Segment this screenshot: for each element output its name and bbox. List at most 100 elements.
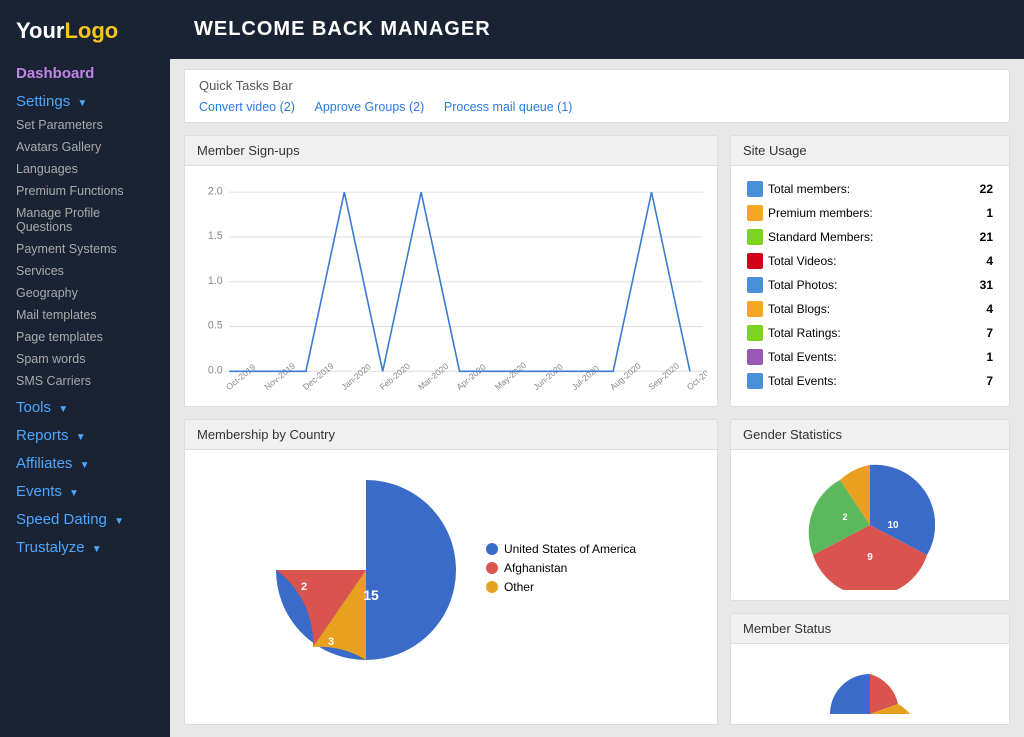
usage-value: 7 <box>962 370 997 392</box>
site-usage-body: Total members: 22 Premium members: 1 Sta… <box>731 166 1009 404</box>
svg-text:Mar-2020: Mar-2020 <box>416 361 451 392</box>
female-label: 9 <box>867 552 873 563</box>
events-arrow-icon: ▼ <box>69 488 79 499</box>
speed-dating-arrow-icon: ▼ <box>114 516 124 527</box>
person-icon <box>747 229 763 245</box>
logo-text: Your <box>16 18 64 43</box>
table-row: Standard Members: 21 <box>743 226 997 248</box>
usage-label: Total Photos: <box>743 274 960 296</box>
content-area: Quick Tasks Bar Convert video (2) Approv… <box>170 59 1024 737</box>
sidebar-item-events[interactable]: Events ▼ <box>0 476 170 504</box>
other-legend-label: Other <box>504 580 534 594</box>
site-usage-panel: Site Usage Total members: 22 Premium mem… <box>730 135 1010 407</box>
sidebar-item-spam-words[interactable]: Spam words <box>0 348 170 370</box>
row-signups: Member Sign-ups 2.0 1.5 1.0 0.5 0.0 <box>184 135 1010 407</box>
sidebar-item-services[interactable]: Services <box>0 260 170 282</box>
line-chart-area: 2.0 1.5 1.0 0.5 0.0 Oct <box>195 176 707 396</box>
sidebar-item-sms-carriers[interactable]: SMS Carriers <box>0 370 170 392</box>
membership-country-body: 15 2 3 United States of America Afg <box>185 450 717 690</box>
other-gender-label: 2 <box>842 512 847 522</box>
usage-value: 4 <box>962 298 997 320</box>
blog-icon <box>747 301 763 317</box>
page-title: WELCOME BACK MANAGER <box>194 18 491 40</box>
afghanistan-legend-label: Afghanistan <box>504 561 567 575</box>
main-content: WELCOME BACK MANAGER Quick Tasks Bar Con… <box>170 0 1024 737</box>
settings-arrow-icon: ▼ <box>77 98 87 109</box>
sidebar-item-languages[interactable]: Languages <box>0 158 170 180</box>
rating-icon <box>747 325 763 341</box>
site-usage-table: Total members: 22 Premium members: 1 Sta… <box>741 176 999 394</box>
video-icon <box>747 253 763 269</box>
quick-tasks-title: Quick Tasks Bar <box>199 78 995 93</box>
svg-text:Aug-2020: Aug-2020 <box>608 360 643 392</box>
sidebar-item-speed-dating[interactable]: Speed Dating ▼ <box>0 504 170 532</box>
usage-value: 22 <box>962 178 997 200</box>
quick-tasks-bar: Quick Tasks Bar Convert video (2) Approv… <box>184 69 1010 123</box>
sidebar-item-mail-templates[interactable]: Mail templates <box>0 304 170 326</box>
usa-legend-label: United States of America <box>504 542 636 556</box>
table-row: Total Events: 7 <box>743 370 997 392</box>
gender-statistics-body: 10 9 2 <box>731 450 1009 600</box>
usage-label: Total members: <box>743 178 960 200</box>
svg-text:0.5: 0.5 <box>208 320 223 332</box>
gender-statistics-title: Gender Statistics <box>731 420 1009 450</box>
legend-item-other: Other <box>486 580 636 594</box>
line-chart-svg: 2.0 1.5 1.0 0.5 0.0 Oct <box>195 176 707 396</box>
photo-icon <box>747 277 763 293</box>
svg-text:May-2020: May-2020 <box>493 360 529 392</box>
reports-arrow-icon: ▼ <box>76 432 86 443</box>
member-signups-panel: Member Sign-ups 2.0 1.5 1.0 0.5 0.0 <box>184 135 718 407</box>
sidebar-item-dashboard[interactable]: Dashboard <box>0 58 170 86</box>
country-legend: United States of America Afghanistan Oth… <box>486 542 636 599</box>
event2-icon <box>747 373 763 389</box>
sidebar-item-affiliates[interactable]: Affiliates ▼ <box>0 448 170 476</box>
process-mail-queue-link[interactable]: Process mail queue (1) <box>444 100 573 114</box>
sidebar-item-payment-systems[interactable]: Payment Systems <box>0 238 170 260</box>
svg-text:0.0: 0.0 <box>208 364 223 376</box>
logo: YourLogo <box>0 0 170 58</box>
row-charts: Membership by Country <box>184 419 1010 725</box>
trustalyze-arrow-icon: ▼ <box>92 544 102 555</box>
tools-arrow-icon: ▼ <box>58 404 68 415</box>
sidebar-item-premium-functions[interactable]: Premium Functions <box>0 180 170 202</box>
svg-text:Feb-2020: Feb-2020 <box>378 361 413 392</box>
gender-statistics-panel: Gender Statistics <box>730 419 1010 601</box>
usage-label: Total Events: <box>743 370 960 392</box>
convert-video-link[interactable]: Convert video (2) <box>199 100 295 114</box>
membership-country-title: Membership by Country <box>185 420 717 450</box>
svg-text:Jan-2020: Jan-2020 <box>339 361 373 392</box>
usa-label: 15 <box>363 587 379 603</box>
usa-legend-dot <box>486 543 498 555</box>
sidebar-item-trustalyze[interactable]: Trustalyze ▼ <box>0 532 170 560</box>
usage-value: 1 <box>962 346 997 368</box>
usage-label: Total Videos: <box>743 250 960 272</box>
sidebar-item-set-parameters[interactable]: Set Parameters <box>0 114 170 136</box>
svg-text:Sep-2020: Sep-2020 <box>646 360 681 392</box>
legend-item-afghanistan: Afghanistan <box>486 561 636 575</box>
member-status-title: Member Status <box>731 614 1009 644</box>
other-label: 3 <box>328 636 334 648</box>
sidebar-item-manage-profile-questions[interactable]: Manage Profile Questions <box>0 202 170 238</box>
sidebar-item-reports[interactable]: Reports ▼ <box>0 420 170 448</box>
right-column: Gender Statistics <box>730 419 1010 725</box>
sidebar-item-page-templates[interactable]: Page templates <box>0 326 170 348</box>
other-legend-dot <box>486 581 498 593</box>
table-row: Total Photos: 31 <box>743 274 997 296</box>
table-row: Total members: 22 <box>743 178 997 200</box>
usage-label: Standard Members: <box>743 226 960 248</box>
sidebar-item-tools[interactable]: Tools ▼ <box>0 392 170 420</box>
sidebar-item-settings[interactable]: Settings ▼ <box>0 86 170 114</box>
table-row: Total Videos: 4 <box>743 250 997 272</box>
svg-text:Dec-2019: Dec-2019 <box>301 361 336 393</box>
usage-value: 7 <box>962 322 997 344</box>
member-signups-title: Member Sign-ups <box>185 136 717 166</box>
usage-label: Total Ratings: <box>743 322 960 344</box>
svg-text:2.0: 2.0 <box>208 185 223 197</box>
sidebar-item-geography[interactable]: Geography <box>0 282 170 304</box>
quick-tasks-links: Convert video (2) Approve Groups (2) Pro… <box>199 99 995 114</box>
approve-groups-link[interactable]: Approve Groups (2) <box>315 100 425 114</box>
svg-text:Jul-2020: Jul-2020 <box>570 363 602 392</box>
logo-accent: Logo <box>64 18 118 43</box>
sidebar-item-avatars-gallery[interactable]: Avatars Gallery <box>0 136 170 158</box>
member-status-body <box>731 644 1009 724</box>
